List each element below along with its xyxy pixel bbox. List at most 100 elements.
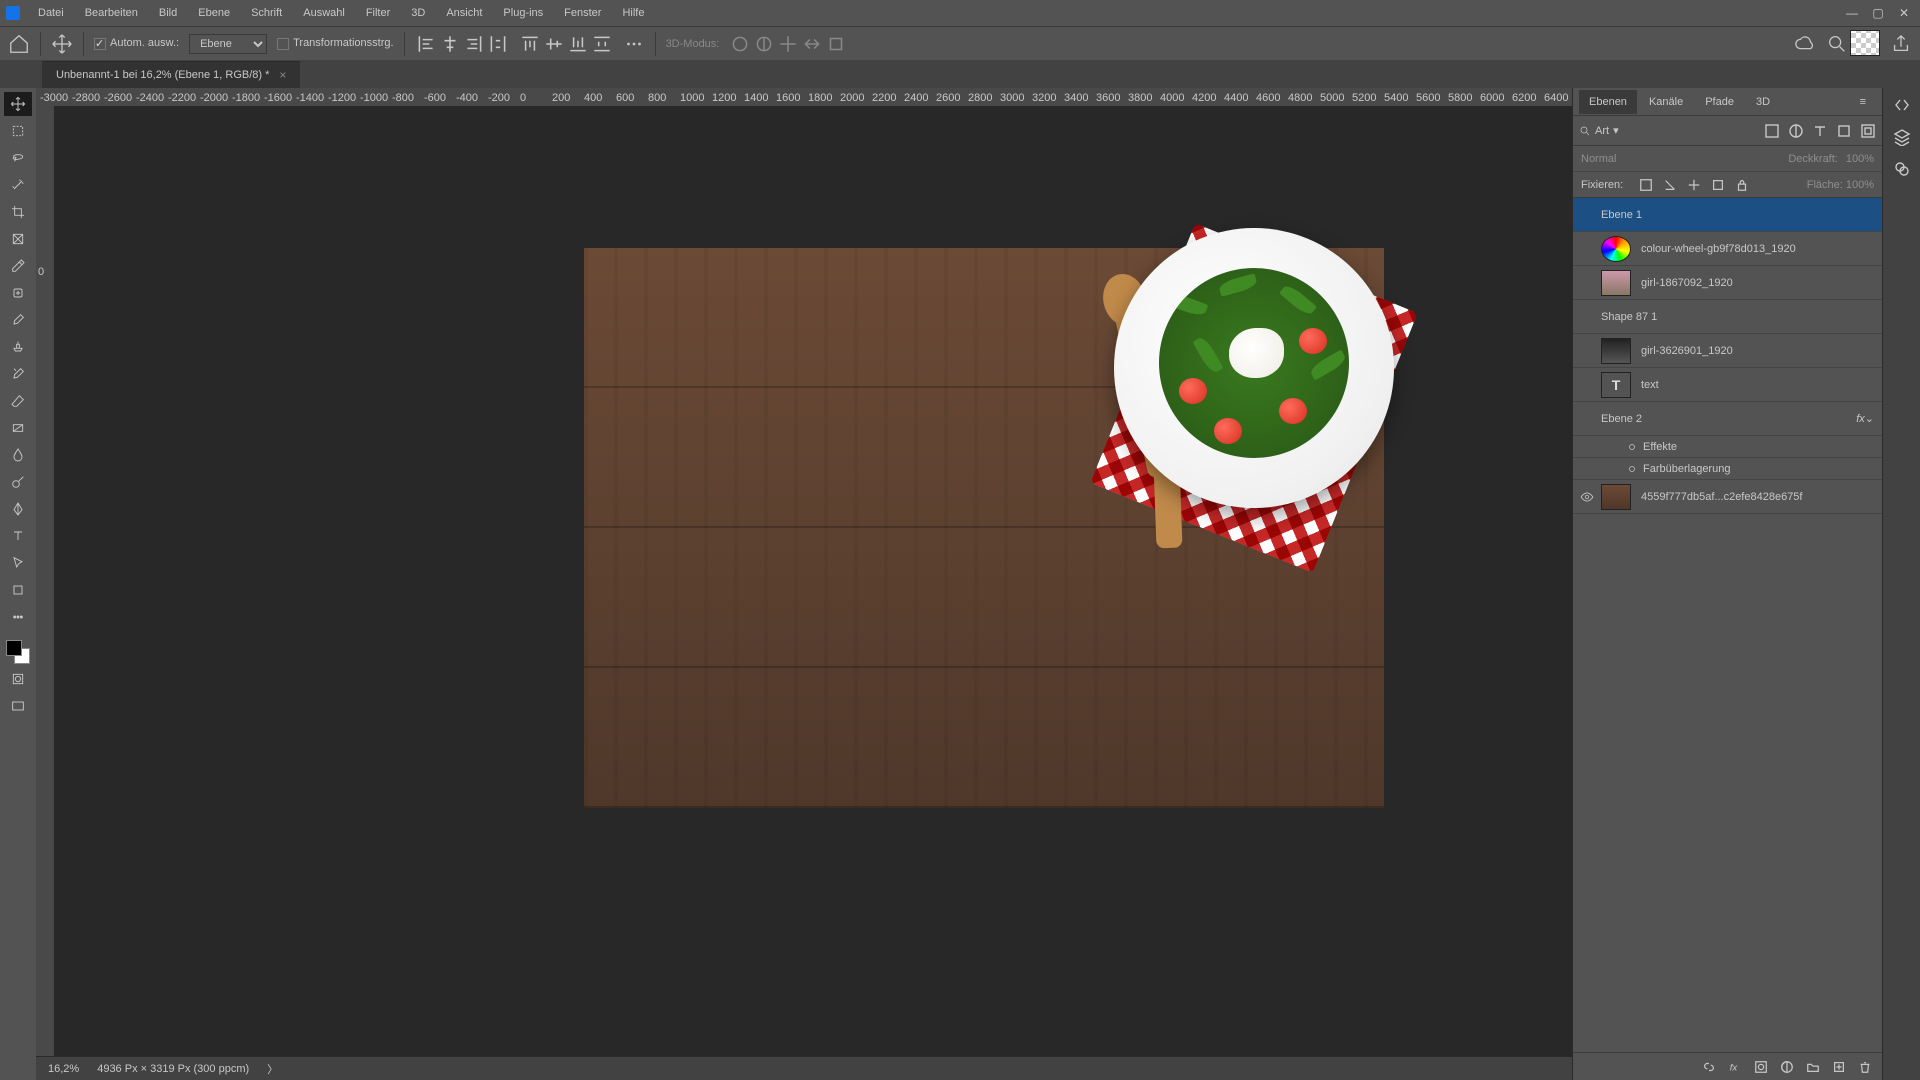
- crop-tool[interactable]: [4, 200, 32, 224]
- gradient-tool[interactable]: [4, 416, 32, 440]
- channels-shortcut-icon[interactable]: [1893, 160, 1911, 178]
- filter-pixel-icon[interactable]: [1764, 123, 1780, 139]
- lock-transparent-icon[interactable]: [1639, 178, 1653, 192]
- layer-thumbnail[interactable]: [1601, 338, 1631, 364]
- lasso-tool[interactable]: [4, 146, 32, 170]
- tab-ebenen[interactable]: Ebenen: [1579, 90, 1637, 114]
- color-swatches[interactable]: [6, 640, 30, 664]
- search-icon[interactable]: [1826, 33, 1848, 55]
- type-tool[interactable]: [4, 524, 32, 548]
- marquee-tool[interactable]: [4, 119, 32, 143]
- effect-visibility-icon[interactable]: [1621, 463, 1643, 475]
- effect-visibility-icon[interactable]: [1621, 441, 1643, 453]
- healing-brush-tool[interactable]: [4, 281, 32, 305]
- filter-shape-icon[interactable]: [1836, 123, 1852, 139]
- layer-effect-row[interactable]: Effekte: [1573, 436, 1882, 458]
- lock-image-icon[interactable]: [1663, 178, 1677, 192]
- new-group-icon[interactable]: [1806, 1060, 1820, 1074]
- ruler-horizontal[interactable]: -3000-2800-2600-2400-2200-2000-1800-1600…: [36, 88, 1572, 106]
- eyedropper-tool[interactable]: [4, 254, 32, 278]
- menu-fenster[interactable]: Fenster: [555, 3, 610, 23]
- lock-position-icon[interactable]: [1687, 178, 1701, 192]
- align-right-icon[interactable]: [463, 33, 485, 55]
- menu-schrift[interactable]: Schrift: [242, 3, 291, 23]
- layer-name[interactable]: Ebene 2: [1601, 413, 1850, 425]
- align-vcenter-icon[interactable]: [543, 33, 565, 55]
- layer-name[interactable]: Shape 87 1: [1601, 311, 1874, 323]
- align-bottom-icon[interactable]: [567, 33, 589, 55]
- menu-filter[interactable]: Filter: [357, 3, 399, 23]
- menu-ansicht[interactable]: Ansicht: [437, 3, 491, 23]
- close-tab-icon[interactable]: ×: [279, 68, 286, 82]
- menu-ebene[interactable]: Ebene: [189, 3, 239, 23]
- brush-tool[interactable]: [4, 308, 32, 332]
- cloud-docs-icon[interactable]: [1794, 33, 1816, 55]
- layer-effect-row[interactable]: Farbüberlagerung: [1573, 458, 1882, 480]
- eraser-tool[interactable]: [4, 389, 32, 413]
- panel-menu-icon[interactable]: ≡: [1850, 90, 1876, 114]
- align-left-icon[interactable]: [415, 33, 437, 55]
- path-selection-tool[interactable]: [4, 551, 32, 575]
- magic-wand-tool[interactable]: [4, 173, 32, 197]
- blur-tool[interactable]: [4, 443, 32, 467]
- window-maximize-button[interactable]: ▢: [1872, 7, 1884, 19]
- align-hcenter-icon[interactable]: [439, 33, 461, 55]
- layer-row[interactable]: Ebene 1: [1573, 198, 1882, 232]
- distribute-v-icon[interactable]: [591, 33, 613, 55]
- delete-layer-icon[interactable]: [1858, 1060, 1872, 1074]
- layer-row[interactable]: Shape 87 1: [1573, 300, 1882, 334]
- status-chevron-icon[interactable]: 〉: [267, 1061, 278, 1077]
- status-doc-info[interactable]: 4936 Px × 3319 Px (300 ppcm): [97, 1063, 249, 1075]
- layer-name[interactable]: text: [1641, 379, 1874, 391]
- menu-hilfe[interactable]: Hilfe: [613, 3, 653, 23]
- new-layer-icon[interactable]: [1832, 1060, 1846, 1074]
- auto-select-checkbox[interactable]: Autom. ausw.:: [94, 37, 179, 49]
- canvas-document[interactable]: [584, 248, 1384, 808]
- window-close-button[interactable]: ✕: [1898, 7, 1910, 19]
- menu-3d[interactable]: 3D: [402, 3, 434, 23]
- tab-kanaele[interactable]: Kanäle: [1639, 90, 1693, 114]
- layer-name[interactable]: Ebene 1: [1601, 209, 1874, 221]
- home-icon[interactable]: [8, 33, 30, 55]
- foreground-color[interactable]: [6, 640, 22, 656]
- ruler-vertical[interactable]: 0: [36, 106, 54, 1056]
- screenmode-tool[interactable]: [4, 694, 32, 718]
- history-brush-tool[interactable]: [4, 362, 32, 386]
- status-zoom[interactable]: 16,2%: [48, 1063, 79, 1075]
- auto-select-target-dropdown[interactable]: Ebene: [189, 34, 267, 54]
- more-options-icon[interactable]: [623, 33, 645, 55]
- layer-row[interactable]: 4559f777db5af...c2efe8428e675f: [1573, 480, 1882, 514]
- layer-row[interactable]: girl-3626901_1920: [1573, 334, 1882, 368]
- layer-row[interactable]: Ebene 2fx ⌄: [1573, 402, 1882, 436]
- pen-tool[interactable]: [4, 497, 32, 521]
- lock-all-icon[interactable]: [1735, 178, 1749, 192]
- dodge-tool[interactable]: [4, 470, 32, 494]
- shape-tool[interactable]: [4, 578, 32, 602]
- layer-row[interactable]: colour-wheel-gb9f78d013_1920: [1573, 232, 1882, 266]
- tab-3d[interactable]: 3D: [1746, 90, 1780, 114]
- adjustment-layer-icon[interactable]: [1780, 1060, 1794, 1074]
- layer-style-icon[interactable]: fx: [1728, 1060, 1742, 1074]
- expand-panels-icon[interactable]: [1893, 96, 1911, 114]
- menu-auswahl[interactable]: Auswahl: [294, 3, 354, 23]
- layer-visibility-icon[interactable]: [1573, 490, 1601, 504]
- chevron-down-icon[interactable]: ⌄: [1865, 412, 1874, 425]
- filter-type-icon[interactable]: [1812, 123, 1828, 139]
- more-tools-icon[interactable]: [4, 605, 32, 629]
- layers-shortcut-icon[interactable]: [1893, 128, 1911, 146]
- distribute-h-icon[interactable]: [487, 33, 509, 55]
- quickmask-tool[interactable]: [4, 667, 32, 691]
- layer-row[interactable]: Ttext: [1573, 368, 1882, 402]
- share-icon[interactable]: [1890, 33, 1912, 55]
- tab-pfade[interactable]: Pfade: [1695, 90, 1744, 114]
- filter-smartobject-icon[interactable]: [1860, 123, 1876, 139]
- lock-nesting-icon[interactable]: [1711, 178, 1725, 192]
- layer-thumbnail[interactable]: T: [1601, 372, 1631, 398]
- layer-search[interactable]: Art ▾: [1579, 124, 1669, 137]
- menu-bild[interactable]: Bild: [150, 3, 186, 23]
- menu-datei[interactable]: Datei: [29, 3, 73, 23]
- move-tool[interactable]: [4, 92, 32, 116]
- canvas-viewport[interactable]: [54, 106, 1572, 1056]
- layer-name[interactable]: colour-wheel-gb9f78d013_1920: [1641, 243, 1874, 255]
- layer-name[interactable]: 4559f777db5af...c2efe8428e675f: [1641, 491, 1874, 503]
